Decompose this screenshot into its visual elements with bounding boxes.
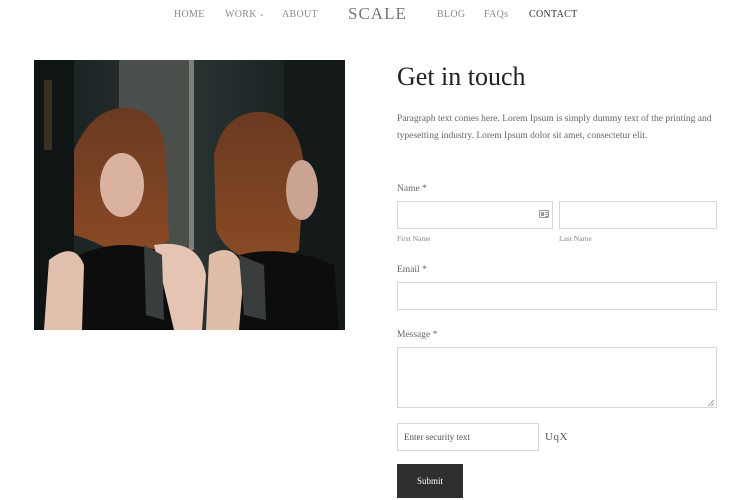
nav-home[interactable]: HOME bbox=[174, 9, 205, 20]
chevron-down-icon: ⌄ bbox=[258, 10, 265, 18]
last-name-sublabel: Last Name bbox=[559, 234, 592, 243]
nav-work-label: WORK bbox=[225, 9, 257, 20]
nav-work[interactable]: WORK ⌄ bbox=[225, 9, 265, 20]
site-logo[interactable]: SCALE bbox=[348, 4, 407, 24]
first-name-sublabel: First Name bbox=[397, 234, 431, 243]
captcha-text: UqX bbox=[545, 431, 568, 443]
nav-about[interactable]: ABOUT bbox=[282, 9, 318, 20]
nav-contact[interactable]: CONTACT bbox=[529, 9, 578, 20]
message-label: Message * bbox=[397, 330, 438, 340]
security-text-input[interactable] bbox=[397, 423, 539, 451]
email-field[interactable] bbox=[397, 282, 717, 310]
nav-blog[interactable]: BLOG bbox=[437, 9, 465, 20]
submit-button[interactable]: Submit bbox=[397, 464, 463, 498]
page-title: Get in touch bbox=[397, 62, 526, 91]
contact-card-icon bbox=[539, 210, 549, 218]
intro-paragraph: Paragraph text comes here. Lorem Ipsum i… bbox=[397, 114, 712, 141]
last-name-field[interactable] bbox=[559, 201, 717, 229]
nav-faqs[interactable]: FAQs bbox=[484, 9, 508, 20]
name-label: Name * bbox=[397, 184, 427, 194]
resize-grip-icon[interactable] bbox=[707, 399, 715, 407]
first-name-field[interactable] bbox=[397, 201, 553, 229]
hero-photo bbox=[34, 60, 345, 330]
message-field[interactable] bbox=[397, 347, 717, 408]
top-navigation: HOME WORK ⌄ ABOUT SCALE BLOG FAQs CONTACT bbox=[0, 0, 750, 28]
email-label: Email * bbox=[397, 265, 427, 275]
